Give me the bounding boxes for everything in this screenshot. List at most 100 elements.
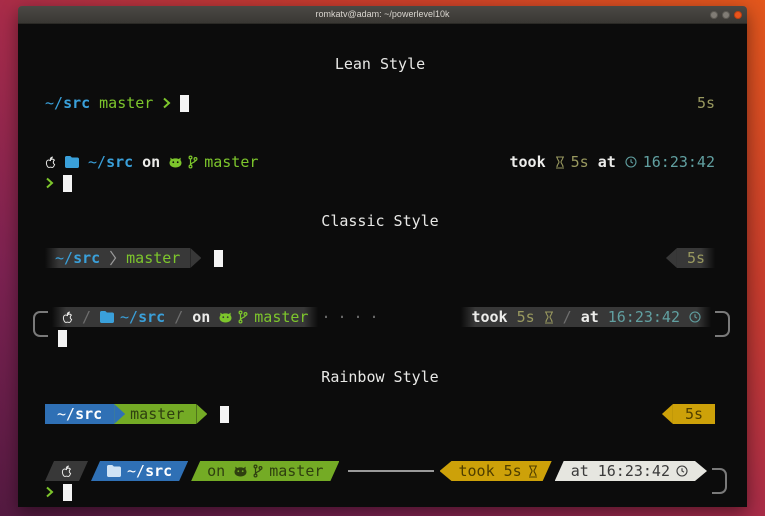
- lean-prompt-2-line-1: ~/src on master took 5s at 16:23:42: [18, 152, 747, 172]
- took-label: took: [510, 152, 546, 172]
- path-prefix: ~/: [45, 93, 63, 113]
- lean-section-title-row: Lean Style: [18, 54, 747, 74]
- path-dir: src: [106, 152, 133, 172]
- chevron-right-icon: [162, 97, 171, 109]
- current-time: 16:23:42: [598, 461, 670, 481]
- terminal-cursor: [214, 250, 223, 267]
- titlebar[interactable]: romkatv@adam: ~/powerlevel10k: [18, 6, 747, 24]
- folder-icon: [65, 156, 79, 168]
- git-branch-icon: [188, 155, 198, 169]
- path-prefix: ~/: [55, 248, 73, 268]
- octocat-icon: [219, 312, 232, 323]
- hourglass-icon: [528, 465, 538, 478]
- minimize-button[interactable]: [710, 11, 718, 19]
- path-prefix: ~/: [57, 404, 75, 424]
- chevron-right-icon: [45, 177, 54, 189]
- took-label: took: [459, 461, 495, 481]
- powerline-arrow: [662, 404, 673, 424]
- at-label: at: [598, 152, 616, 172]
- git-branch-name: master: [269, 461, 323, 481]
- at-label: at: [571, 461, 589, 481]
- path-prefix: ~/: [127, 461, 145, 481]
- slash-separator: /: [563, 307, 572, 327]
- current-time: 16:23:42: [608, 307, 680, 327]
- apple-os-icon: [61, 465, 72, 478]
- rainbow-segment-git: master: [114, 404, 196, 424]
- path-dir: src: [138, 307, 165, 327]
- command-duration: 5s: [517, 307, 535, 327]
- rainbow-segment-duration: 5s: [673, 404, 715, 424]
- command-duration: 5s: [687, 248, 705, 268]
- rainbow-segment-time: at 16:23:42: [555, 461, 707, 481]
- chevron-right-icon: [45, 486, 54, 498]
- powerline-segment-left: / ~/src / on master: [52, 307, 318, 327]
- path-prefix: ~/: [120, 307, 138, 327]
- terminal-cursor: [63, 484, 72, 501]
- folder-icon: [107, 465, 121, 477]
- terminal-cursor: [180, 95, 189, 112]
- git-branch-name: master: [99, 93, 153, 113]
- section-title: Classic Style: [321, 211, 438, 231]
- on-label: on: [207, 461, 225, 481]
- powerline-arrow: [190, 248, 201, 268]
- octocat-icon: [169, 157, 182, 168]
- path-prefix: ~/: [88, 152, 106, 172]
- classic-prompt-2-line-2: [18, 328, 747, 348]
- terminal-body[interactable]: Lean Style ~/src master 5s ~/src on mast…: [18, 24, 747, 507]
- rainbow-section-title-row: Rainbow Style: [18, 367, 747, 387]
- git-branch-name: master: [130, 404, 184, 424]
- classic-prompt-1: ~/src master 5s: [18, 248, 747, 268]
- rainbow-segment-duration: took 5s: [440, 461, 552, 481]
- classic-section-title-row: Classic Style: [18, 211, 747, 231]
- powerline-segment-duration: 5s: [677, 248, 715, 268]
- terminal-cursor: [63, 175, 72, 192]
- git-branch-name: master: [254, 307, 308, 327]
- path-dir: src: [63, 93, 90, 113]
- rainbow-prompt-2-line-1: ~/src on master took 5s at 16:23:42: [18, 461, 747, 481]
- rainbow-segment-path: ~/src: [45, 404, 114, 424]
- powerline-arrow: [196, 404, 207, 424]
- terminal-cursor: [220, 406, 229, 423]
- close-button[interactable]: [734, 11, 742, 19]
- section-title: Rainbow Style: [321, 367, 438, 387]
- rainbow-segment-os: [45, 461, 88, 481]
- classic-prompt-2-line-1: / ~/src / on master ···· took 5s / at 16…: [18, 307, 747, 327]
- powerline-segment-right: took 5s / at 16:23:42: [461, 307, 711, 327]
- rainbow-prompt-1: ~/src master 5s: [18, 404, 747, 424]
- clock-icon: [625, 156, 637, 168]
- slash-separator: /: [174, 307, 183, 327]
- clock-icon: [676, 465, 688, 477]
- command-duration: 5s: [685, 404, 703, 424]
- path-dir: src: [73, 248, 100, 268]
- on-label: on: [142, 152, 160, 172]
- powerline-arrow: [666, 248, 677, 268]
- window-controls: [710, 6, 742, 23]
- terminal-window: romkatv@adam: ~/powerlevel10k Lean Style…: [18, 6, 747, 507]
- git-branch-name: master: [126, 248, 180, 268]
- maximize-button[interactable]: [722, 11, 730, 19]
- hourglass-icon: [555, 156, 565, 169]
- rainbow-segment-git: on master: [191, 461, 339, 481]
- hourglass-icon: [544, 311, 554, 324]
- git-branch-name: master: [204, 152, 258, 172]
- at-label: at: [581, 307, 599, 327]
- path-dir: src: [75, 404, 102, 424]
- git-branch-icon: [253, 464, 263, 478]
- lean-prompt-1: ~/src master 5s: [18, 93, 747, 113]
- apple-os-icon: [45, 156, 56, 169]
- path-dir: src: [145, 461, 172, 481]
- gap-filler-dots: ····: [321, 307, 385, 327]
- lean-prompt-2-line-2: [18, 173, 747, 193]
- command-duration: 5s: [571, 152, 589, 172]
- gap-filler-line: [348, 470, 433, 472]
- current-time: 16:23:42: [643, 152, 715, 172]
- thin-chevron-separator-icon: [109, 250, 117, 266]
- on-label: on: [192, 307, 210, 327]
- took-label: took: [471, 307, 507, 327]
- clock-icon: [689, 311, 701, 323]
- window-title: romkatv@adam: ~/powerlevel10k: [316, 6, 450, 23]
- folder-icon: [100, 311, 114, 323]
- terminal-cursor: [58, 330, 67, 347]
- command-duration: 5s: [504, 461, 522, 481]
- rainbow-segment-path: ~/src: [91, 461, 188, 481]
